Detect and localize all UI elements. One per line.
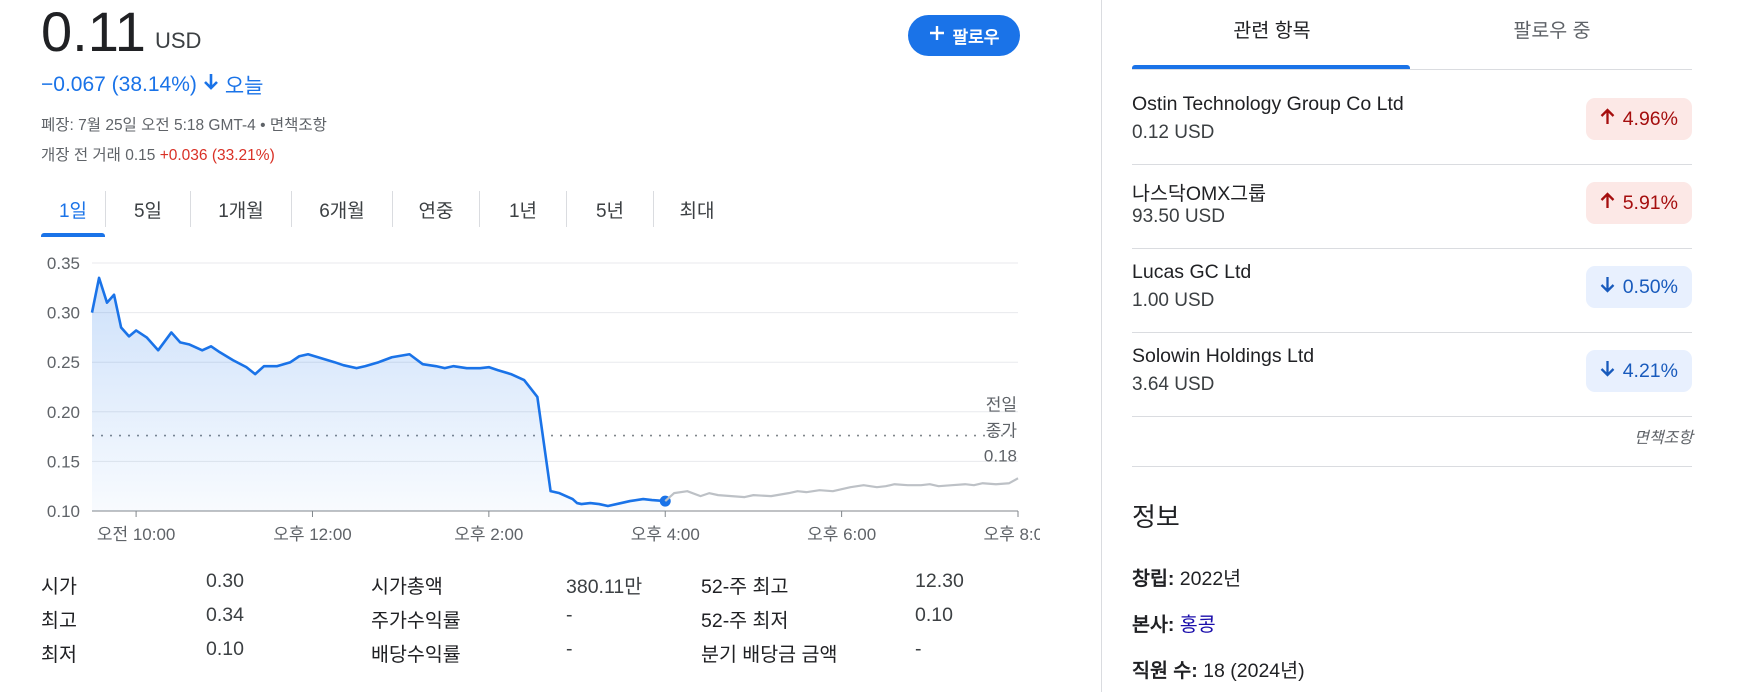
related-price: 93.50 USD bbox=[1132, 206, 1225, 227]
arrow-down-icon bbox=[1600, 360, 1615, 383]
after-hours-line bbox=[664, 477, 1019, 502]
founded-label: 창립: bbox=[1132, 568, 1175, 590]
related-item[interactable]: Solowin Holdings Ltd 3.64 USD 4.21% bbox=[1132, 331, 1692, 417]
hq-link[interactable]: 홍콩 bbox=[1180, 614, 1216, 636]
tab-following[interactable]: 팔로우 중 bbox=[1412, 14, 1692, 43]
y-tick-label: 0.15 bbox=[47, 452, 80, 471]
price-currency: USD bbox=[155, 28, 202, 53]
x-tick-label: 오후 4:00 bbox=[631, 525, 700, 544]
related-change: 5.91% bbox=[1622, 191, 1678, 214]
related-price: 0.12 USD bbox=[1132, 122, 1215, 143]
stat-value: - bbox=[915, 638, 922, 660]
related-price: 3.64 USD bbox=[1132, 374, 1215, 395]
price-change: −0.067 (38.14%) 오늘 bbox=[41, 70, 264, 100]
plus-icon bbox=[929, 25, 945, 46]
stat-label: 52-주 최저 bbox=[701, 610, 789, 632]
arrow-down-icon bbox=[1600, 276, 1615, 299]
stat-value: 12.30 bbox=[915, 570, 964, 592]
related-name: Lucas GC Ltd bbox=[1132, 261, 1252, 283]
y-tick-label: 0.35 bbox=[47, 254, 80, 273]
stat-value: 0.30 bbox=[206, 570, 244, 592]
change-value: −0.067 (38.14%) bbox=[41, 73, 197, 96]
stat-value: 0.10 bbox=[206, 638, 244, 660]
section-divider bbox=[1132, 466, 1692, 467]
employees-value: 18 (2024년) bbox=[1203, 660, 1305, 682]
stat-label: 분기 배당금 금액 bbox=[701, 644, 838, 666]
related-name: Ostin Technology Group Co Ltd bbox=[1132, 93, 1404, 115]
x-tick-label: 오후 8:00 bbox=[983, 525, 1040, 544]
info-headquarters: 본사: 홍콩 bbox=[1132, 608, 1216, 637]
y-tick-label: 0.20 bbox=[47, 403, 80, 422]
follow-label: 팔로우 bbox=[952, 28, 1000, 47]
range-tab[interactable]: 5년 bbox=[567, 190, 653, 228]
founded-value: 2022년 bbox=[1179, 568, 1242, 590]
change-badge: 4.96% bbox=[1585, 98, 1692, 140]
related-item[interactable]: Lucas GC Ltd 1.00 USD 0.50% bbox=[1132, 247, 1692, 333]
premarket-info: 개장 전 거래 0.15 +0.036 (33.21%) bbox=[41, 143, 275, 165]
related-price: 1.00 USD bbox=[1132, 290, 1215, 311]
y-tick-label: 0.25 bbox=[47, 353, 80, 372]
hq-label: 본사: bbox=[1132, 614, 1175, 636]
arrow-up-icon bbox=[1600, 191, 1615, 215]
arrow-down-icon bbox=[203, 73, 219, 97]
stat-value: 0.34 bbox=[206, 604, 244, 626]
related-change: 4.21% bbox=[1622, 359, 1678, 382]
close-info: 폐장: 7월 25일 오전 5:18 GMT-4 • 면책조항 bbox=[41, 117, 327, 134]
stat-label: 최저 bbox=[41, 644, 77, 666]
premarket-change: +0.036 (33.21%) bbox=[159, 147, 275, 164]
prev-close-label: 종가 bbox=[986, 422, 1018, 441]
related-item[interactable]: 나스닥OMX그룹 93.50 USD 5.91% bbox=[1132, 163, 1692, 249]
x-tick-label: 오후 6:00 bbox=[807, 525, 876, 544]
info-title: 정보 bbox=[1132, 502, 1180, 532]
stat-label: 배당수익률 bbox=[371, 644, 461, 666]
x-tick-label: 오후 12:00 bbox=[273, 525, 352, 544]
stat-value: - bbox=[566, 638, 573, 660]
x-tick-label: 오후 2:00 bbox=[454, 525, 523, 544]
disclaimer-link[interactable]: 면책조항 bbox=[1634, 424, 1693, 448]
range-tabs: 1일 5일 1개월 6개월 연중 1년 5년 최대 bbox=[41, 190, 740, 237]
info-employees: 직원 수: 18 (2024년) bbox=[1132, 654, 1305, 683]
change-badge: 4.21% bbox=[1585, 350, 1692, 392]
premarket-label: 개장 전 거래 0.15 bbox=[41, 147, 156, 164]
panel-divider bbox=[1101, 0, 1102, 692]
range-tab[interactable]: 6개월 bbox=[292, 190, 392, 228]
arrow-up-icon bbox=[1600, 107, 1615, 131]
x-tick-label: 오전 10:00 bbox=[97, 525, 176, 544]
follow-button[interactable]: 팔로우 bbox=[908, 15, 1020, 56]
stat-label: 주가수익률 bbox=[371, 610, 461, 632]
related-name: Solowin Holdings Ltd bbox=[1132, 345, 1315, 367]
related-item[interactable]: Ostin Technology Group Co Ltd 0.12 USD 4.9… bbox=[1132, 79, 1692, 165]
stat-value: 0.10 bbox=[915, 604, 953, 626]
employees-label: 직원 수: bbox=[1132, 660, 1198, 682]
tab-divider bbox=[1132, 69, 1692, 70]
range-tab[interactable]: 최대 bbox=[654, 190, 740, 228]
info-founded: 창립: 2022년 bbox=[1132, 562, 1241, 591]
related-name: 나스닥OMX그룹 bbox=[1132, 183, 1267, 205]
price-chart: 0.35 0.30 0.25 0.20 0.15 0.10 오전 10:00 오후 12:00… bbox=[47, 254, 1040, 544]
stat-label: 시가총액 bbox=[371, 576, 443, 598]
y-tick-label: 0.10 bbox=[47, 502, 80, 521]
stat-label: 시가 bbox=[41, 576, 77, 598]
change-badge: 0.50% bbox=[1585, 266, 1692, 308]
current-price: 0.11 bbox=[41, 0, 146, 63]
stat-label: 최고 bbox=[41, 610, 77, 632]
related-change: 4.96% bbox=[1622, 107, 1678, 130]
stat-label: 52-주 최고 bbox=[701, 576, 789, 598]
prev-close-label: 0.18 bbox=[984, 447, 1017, 466]
range-tab[interactable]: 1년 bbox=[480, 190, 566, 228]
range-tab[interactable]: 1개월 bbox=[191, 190, 291, 228]
related-change: 0.50% bbox=[1622, 275, 1678, 298]
tab-related[interactable]: 관련 항목 bbox=[1132, 14, 1412, 43]
prev-close-label: 전일 bbox=[986, 396, 1017, 415]
change-period: 오늘 bbox=[224, 75, 264, 98]
range-tab[interactable]: 연중 bbox=[393, 190, 479, 228]
y-tick-label: 0.30 bbox=[47, 304, 80, 323]
range-tab[interactable]: 5일 bbox=[106, 190, 190, 228]
range-tab[interactable]: 1일 bbox=[41, 190, 105, 237]
stat-value: 380.11만 bbox=[566, 576, 643, 598]
stat-value: - bbox=[566, 604, 573, 626]
change-badge: 5.91% bbox=[1585, 182, 1692, 224]
